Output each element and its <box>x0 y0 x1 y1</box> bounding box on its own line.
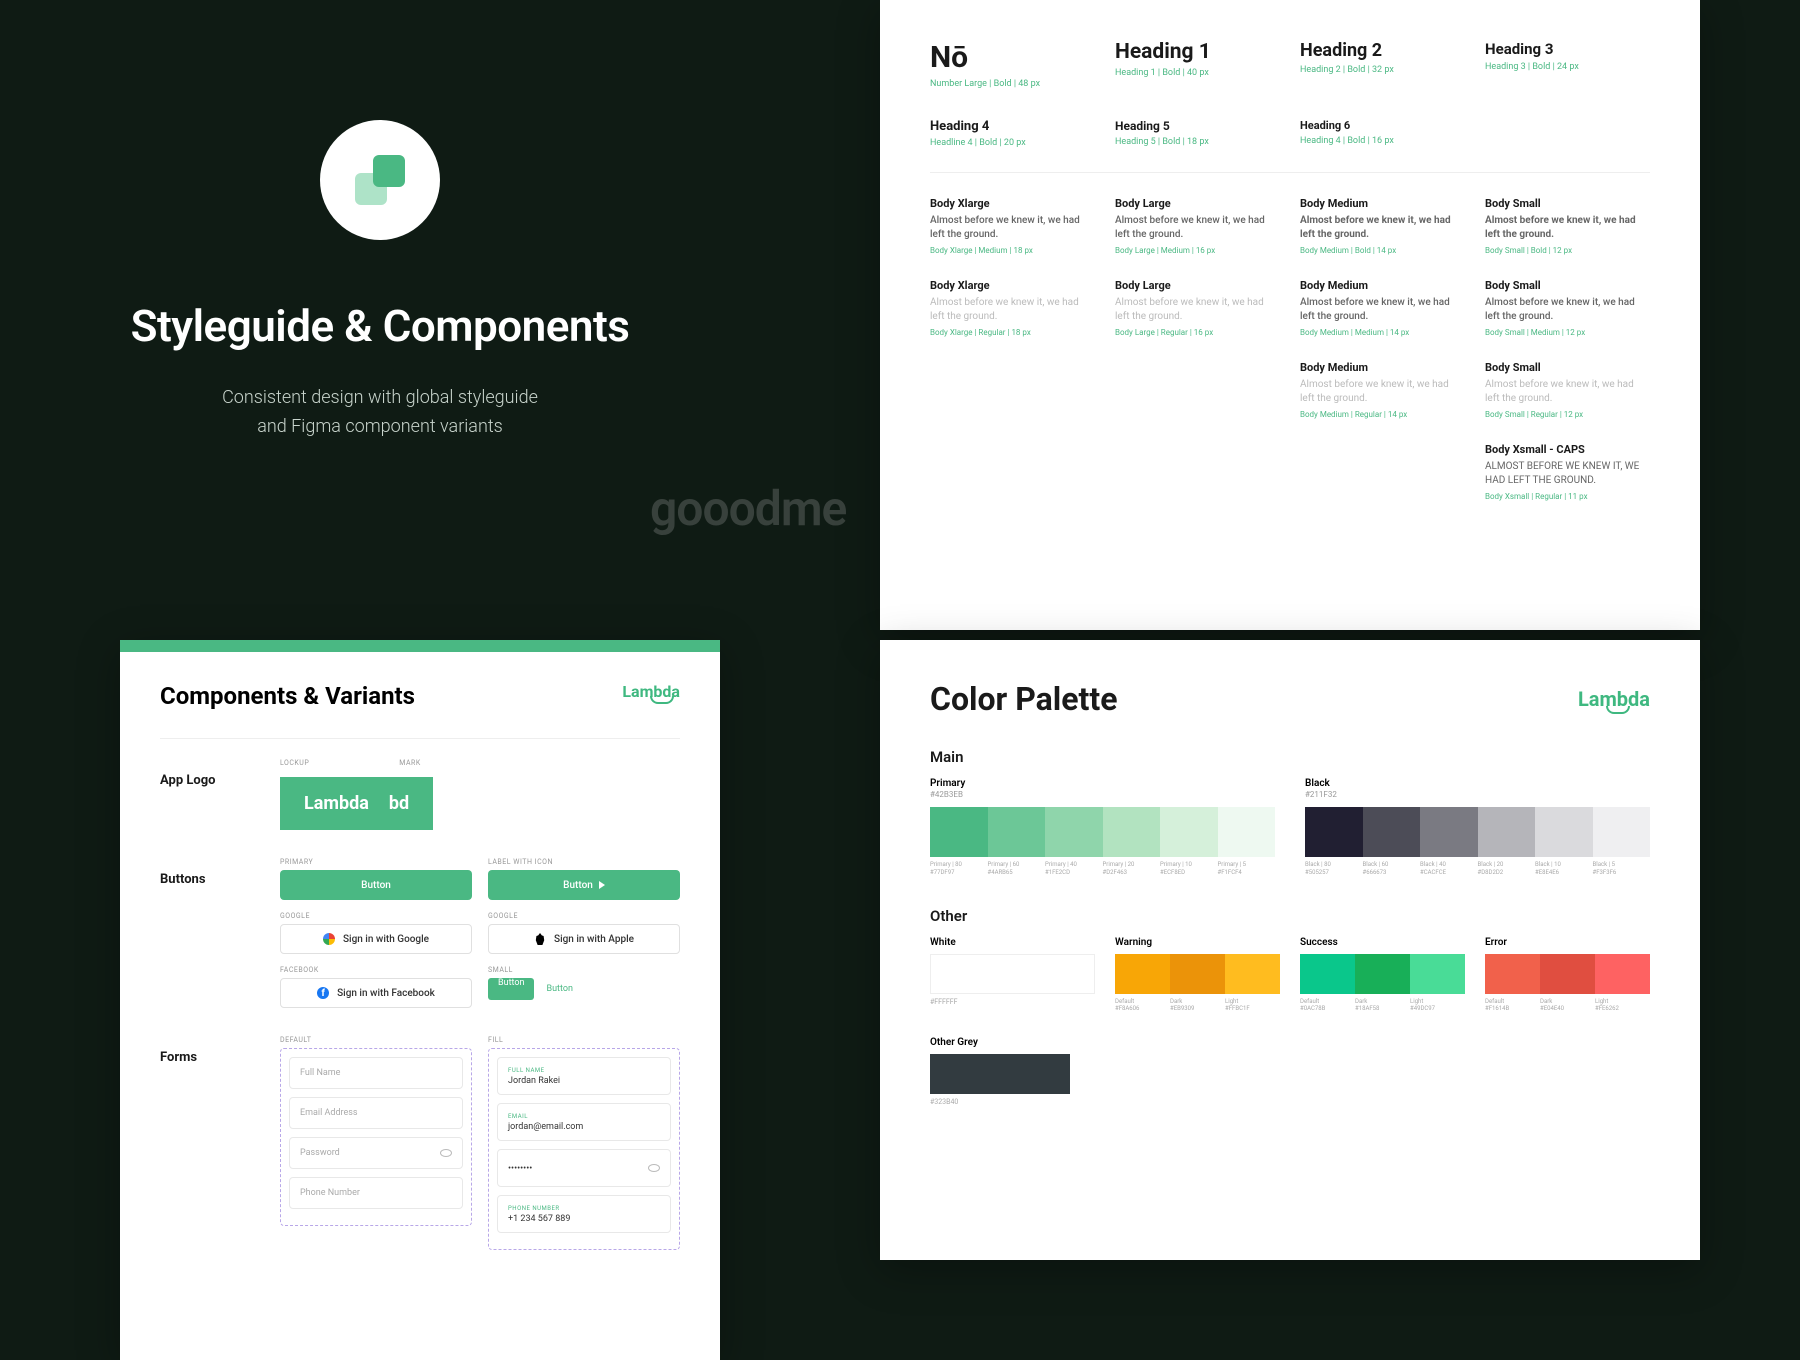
heading-spec: Heading 1Heading 1 | Bold | 40 px <box>1115 40 1280 89</box>
components-title: Components & Variants <box>160 682 415 710</box>
body-spec: Body Xsmall - CAPSALMOST BEFORE WE KNEW … <box>1485 443 1650 501</box>
color-block: Primary#42B3EBPrimary | 80#77DF97Primary… <box>930 778 1275 877</box>
body-spec <box>1115 443 1280 501</box>
google-icon <box>323 933 335 945</box>
primary-button-label: PRIMARY <box>280 858 472 866</box>
other-grey-swatch <box>930 1054 1070 1094</box>
google-button-text: Sign in with Google <box>343 934 429 945</box>
heading-spec: Heading 4Headline 4 | Bold | 20 px <box>930 119 1095 148</box>
body-spec <box>1300 443 1465 501</box>
form-input-default[interactable]: Phone Number <box>289 1177 463 1209</box>
body-spec: Body LargeAlmost before we knew it, we h… <box>1115 197 1280 255</box>
form-input-filled[interactable]: EMAILjordan@email.com <box>497 1103 671 1141</box>
components-panel: Components & Variants Lambda App Logo LO… <box>120 640 720 1360</box>
icon-button[interactable]: Button <box>488 870 680 900</box>
apple-button-label: GOOGLE <box>488 912 680 920</box>
heading-spec: NōNumber Large | Bold | 48 px <box>930 40 1095 89</box>
divider <box>930 172 1650 173</box>
color-palette-panel: Color Palette Lambda Main Primary#42B3EB… <box>880 640 1700 1260</box>
white-block: White#FFFFFF <box>930 937 1095 1014</box>
body-spec <box>930 443 1095 501</box>
link-button[interactable]: Button <box>546 984 572 994</box>
form-input-filled[interactable]: FULL NAMEJordan Rakei <box>497 1057 671 1095</box>
eye-icon[interactable] <box>440 1149 452 1157</box>
body-spec: Body LargeAlmost before we knew it, we h… <box>1115 279 1280 337</box>
lambda-logo: Lambda <box>1578 687 1650 711</box>
logo-wordmark: Lambda <box>304 793 369 814</box>
fill-form-label: FILL <box>488 1036 680 1044</box>
google-signin-button[interactable]: Sign in with Google <box>280 924 472 954</box>
body-spec: Body XlargeAlmost before we knew it, we … <box>930 279 1095 337</box>
intro-panel: Styleguide & Components Consistent desig… <box>120 120 640 442</box>
heading-spec: Heading 3Heading 3 | Bold | 24 px <box>1485 40 1650 89</box>
icon-button-label: LABEL WITH ICON <box>488 858 680 866</box>
status-color-block: WarningDefault#F8A606Dark#EB9309Light#FF… <box>1115 937 1280 1014</box>
heading-spec: Heading 5Heading 5 | Bold | 18 px <box>1115 119 1280 148</box>
body-spec: Body MediumAlmost before we knew it, we … <box>1300 279 1465 337</box>
facebook-button-label: FACEBOOK <box>280 966 472 974</box>
app-logo-section-label: App Logo <box>160 759 250 830</box>
form-input-filled[interactable]: •••••••• <box>497 1149 671 1187</box>
facebook-signin-button[interactable]: f Sign in with Facebook <box>280 978 472 1008</box>
facebook-button-text: Sign in with Facebook <box>337 988 435 999</box>
body-spec <box>1115 361 1280 419</box>
forms-section-label: Forms <box>160 1036 250 1250</box>
small-button[interactable]: Button <box>488 978 534 1000</box>
body-spec: Body MediumAlmost before we knew it, we … <box>1300 361 1465 419</box>
color-block: Black#211F32Black | 80#505257Black | 60#… <box>1305 778 1650 877</box>
facebook-icon: f <box>317 987 329 999</box>
status-color-block: ErrorDefault#F1614BDark#E04E40Light#FE62… <box>1485 937 1650 1014</box>
other-grey-hex: #323B40 <box>930 1098 1650 1106</box>
body-spec <box>930 361 1095 419</box>
body-spec: Body SmallAlmost before we knew it, we h… <box>1485 197 1650 255</box>
body-spec: Body SmallAlmost before we knew it, we h… <box>1485 279 1650 337</box>
form-input-default[interactable]: Password <box>289 1137 463 1169</box>
color-panel-title: Color Palette <box>930 680 1117 718</box>
heading-spec: Heading 2Heading 2 | Bold | 32 px <box>1300 40 1465 89</box>
lockup-label: LOCKUP <box>280 759 309 767</box>
panel-accent-bar <box>120 640 720 652</box>
intro-logo-icon <box>320 120 440 240</box>
mark-label: MARK <box>399 759 420 767</box>
logo-lockup: Lambda bd <box>280 777 433 830</box>
divider <box>160 738 680 739</box>
default-form-label: DEFAULT <box>280 1036 472 1044</box>
buttons-section-label: Buttons <box>160 858 250 1008</box>
form-input-filled[interactable]: PHONE NUMBER+1 234 567 889 <box>497 1195 671 1233</box>
body-spec: Body SmallAlmost before we knew it, we h… <box>1485 361 1650 419</box>
intro-title: Styleguide & Components <box>120 300 640 352</box>
form-input-default[interactable]: Full Name <box>289 1057 463 1089</box>
apple-signin-button[interactable]: Sign in with Apple <box>488 924 680 954</box>
eye-icon[interactable] <box>648 1164 660 1172</box>
small-button-label: SMALL <box>488 966 680 974</box>
form-input-default[interactable]: Email Address <box>289 1097 463 1129</box>
primary-button[interactable]: Button <box>280 870 472 900</box>
apple-button-text: Sign in with Apple <box>554 934 634 945</box>
other-section-header: Other <box>930 907 1650 925</box>
google-button-label: GOOGLE <box>280 912 472 920</box>
play-icon <box>599 881 605 889</box>
lambda-logo: Lambda <box>622 682 680 701</box>
intro-subtitle: Consistent design with global styleguide… <box>120 384 640 442</box>
status-color-block: SuccessDefault#0AC78BDark#18AF58Light#49… <box>1300 937 1465 1014</box>
heading-spec: Heading 6Heading 4 | Bold | 16 px <box>1300 119 1465 148</box>
body-spec: Body XlargeAlmost before we knew it, we … <box>930 197 1095 255</box>
other-grey-label: Other Grey <box>930 1037 1650 1048</box>
typography-panel: NōNumber Large | Bold | 48 px Heading 1He… <box>880 0 1700 630</box>
apple-icon <box>534 933 546 945</box>
main-section-header: Main <box>930 748 1650 766</box>
body-spec: Body MediumAlmost before we knew it, we … <box>1300 197 1465 255</box>
logo-mark: bd <box>389 793 409 814</box>
watermark-text: gooodme <box>650 480 846 537</box>
icon-button-text: Button <box>563 880 593 891</box>
